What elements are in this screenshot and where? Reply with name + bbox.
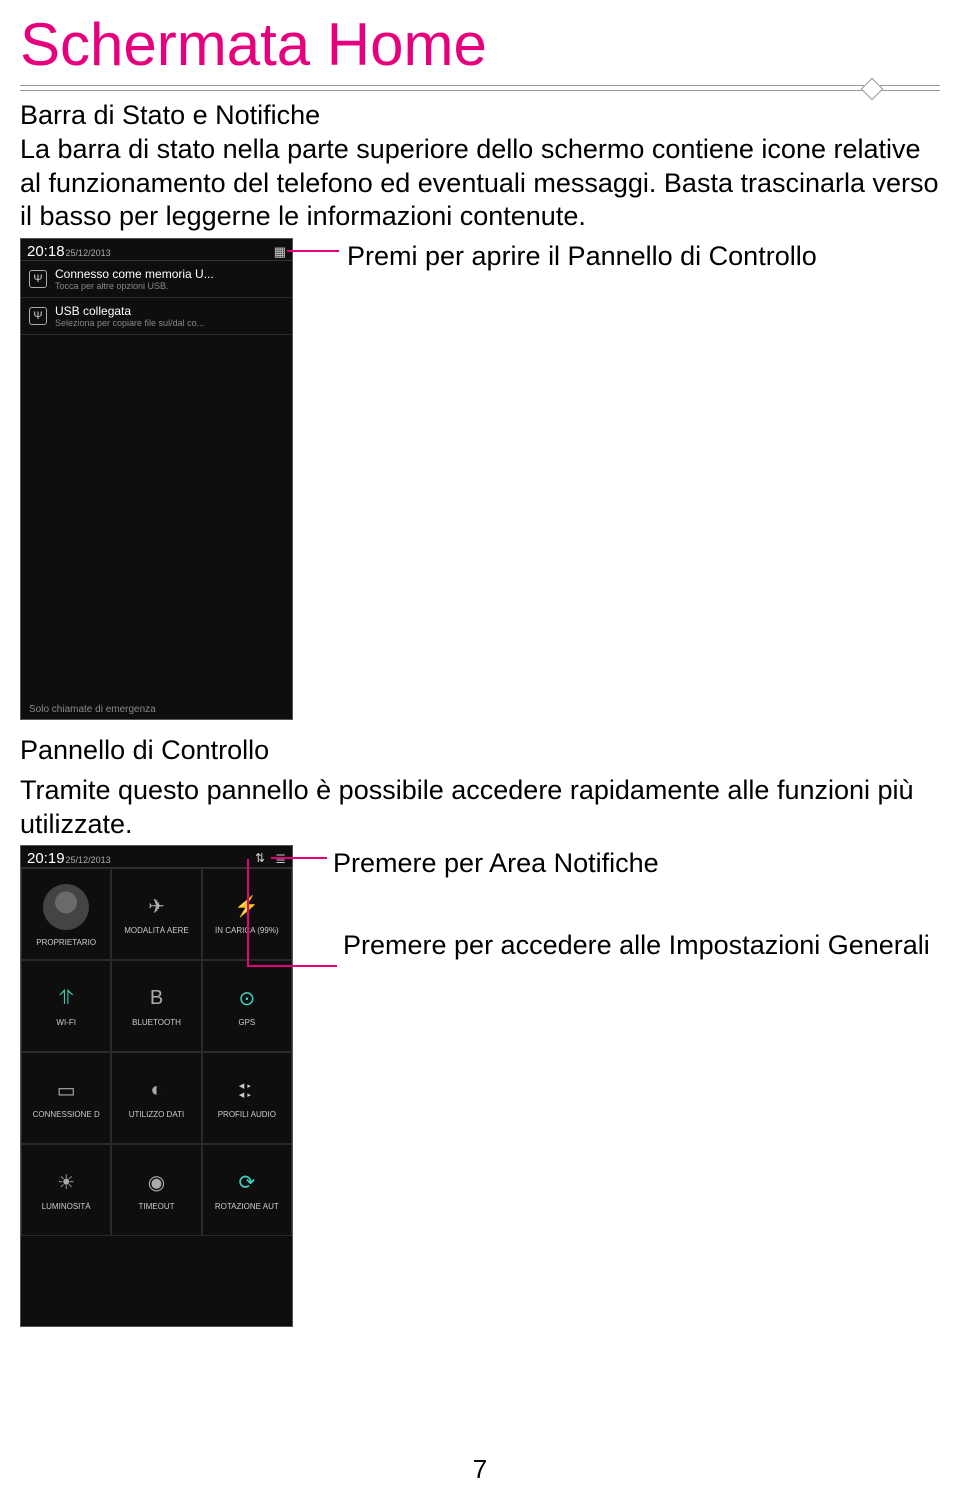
- status-date: 25/12/2013: [66, 248, 111, 258]
- emergency-calls-label: Solo chiamate di emergenza: [29, 704, 156, 715]
- callout-open-control-panel: Premi per aprire il Pannello di Controll…: [307, 238, 940, 274]
- qs-tile-icon: ◉: [148, 1170, 165, 1196]
- section2-paragraph: Tramite questo pannello è possibile acce…: [0, 774, 960, 842]
- qs-tile-icon: ⟳: [238, 1170, 255, 1196]
- title-divider: [20, 85, 940, 91]
- section2-heading: Pannello di Controllo: [0, 734, 960, 768]
- quick-settings-icon[interactable]: ▦: [274, 244, 286, 260]
- qs-tile[interactable]: ⥣ WI-FI: [21, 960, 111, 1052]
- qs-tile-icon: ✈: [148, 894, 165, 920]
- qs-tile-icon: ◐: [150, 1078, 162, 1104]
- qs-tile[interactable]: ◐ UTILIZZO DATI: [111, 1052, 201, 1144]
- qs-tile-label: ROTAZIONE AUT: [213, 1202, 281, 1211]
- list-icon[interactable]: ≣: [275, 851, 286, 867]
- notification-title: USB collegata: [55, 304, 284, 318]
- qs-tile[interactable]: PROPRIETARIO: [21, 868, 111, 960]
- qs-tile-label: CONNESSIONE D: [31, 1110, 102, 1119]
- qs-tile[interactable]: ✈ MODALITÀ AERE: [111, 868, 201, 960]
- callout-general-settings: Premere per accedere alle Impostazioni G…: [307, 881, 940, 963]
- callout-notifications-area: Premere per Area Notifiche: [307, 845, 940, 881]
- qs-tile[interactable]: ⊙ GPS: [202, 960, 292, 1052]
- section1-paragraph: La barra di stato nella parte superiore …: [0, 133, 960, 234]
- notification-title: Connesso come memoria U...: [55, 267, 284, 281]
- qs-tile-icon: ⊙: [238, 986, 255, 1012]
- qs-tile-label: PROFILI AUDIO: [216, 1110, 278, 1119]
- notification-item[interactable]: Ψ Connesso come memoria U...Tocca per alt…: [21, 261, 292, 298]
- qs-tile-label: LUMINOSITÀ: [40, 1202, 93, 1211]
- avatar-icon: [43, 884, 89, 930]
- usb-icon: Ψ: [29, 307, 47, 325]
- status-time: 20:18: [27, 243, 65, 260]
- qs-tile-label: PROPRIETARIO: [34, 938, 98, 947]
- qs-tile-icon: ⥣: [59, 986, 74, 1012]
- qs-date: 25/12/2013: [66, 855, 111, 865]
- qs-tile[interactable]: В BLUETOOTH: [111, 960, 201, 1052]
- qs-tile-label: UTILIZZO DATI: [127, 1110, 186, 1119]
- qs-tile[interactable]: ◀▸◀▸ PROFILI AUDIO: [202, 1052, 292, 1144]
- page-title: Schermata Home: [0, 0, 960, 85]
- qs-tile[interactable]: ⟳ ROTAZIONE AUT: [202, 1144, 292, 1236]
- qs-tile[interactable]: ☀ LUMINOSITÀ: [21, 1144, 111, 1236]
- qs-tile-icon: ▭: [57, 1078, 76, 1104]
- control-panel-screenshot: 20:19 25/12/2013 ⇅ ≣ PROPRIETARIO ✈ MODALI…: [20, 845, 293, 1327]
- page-number: 7: [0, 1454, 960, 1485]
- usb-icon: Ψ: [29, 270, 47, 288]
- qs-tile-label: WI-FI: [54, 1018, 78, 1027]
- notification-subtitle: Seleziona per copiare file sul/dal co...: [55, 318, 284, 328]
- qs-tile-label: TIMEOUT: [136, 1202, 176, 1211]
- status-bar[interactable]: 20:18 25/12/2013 ▦: [21, 239, 292, 261]
- callout-line-vert: [247, 859, 249, 967]
- callout-line: [247, 965, 337, 967]
- audio-sliders-icon: ◀▸◀▸: [239, 1082, 255, 1099]
- callout-line: [287, 250, 339, 252]
- notification-item[interactable]: Ψ USB collegataSeleziona per copiare file…: [21, 298, 292, 335]
- settings-icon[interactable]: ⇅: [255, 851, 265, 867]
- qs-tile[interactable]: ◉ TIMEOUT: [111, 1144, 201, 1236]
- qs-tile-icon: ☀: [57, 1170, 75, 1196]
- qs-time: 20:19: [27, 850, 65, 867]
- qs-tile-label: GPS: [236, 1018, 257, 1027]
- qs-tile[interactable]: ▭ CONNESSIONE D: [21, 1052, 111, 1144]
- qs-tile-label: MODALITÀ AERE: [122, 926, 190, 935]
- section1-heading: Barra di Stato e Notifiche: [0, 99, 960, 133]
- qs-tile-icon: [43, 882, 89, 932]
- qs-tile-icon: ◀▸◀▸: [239, 1078, 255, 1104]
- callout-line: [271, 857, 327, 859]
- qs-tile-label: BLUETOOTH: [130, 1018, 183, 1027]
- qs-tile-icon: В: [150, 986, 163, 1012]
- notification-subtitle: Tocca per altre opzioni USB.: [55, 281, 284, 291]
- notifications-panel-screenshot: 20:18 25/12/2013 ▦ Ψ Connesso come memori…: [20, 238, 293, 720]
- qs-status-bar[interactable]: 20:19 25/12/2013 ⇅ ≣: [21, 846, 292, 868]
